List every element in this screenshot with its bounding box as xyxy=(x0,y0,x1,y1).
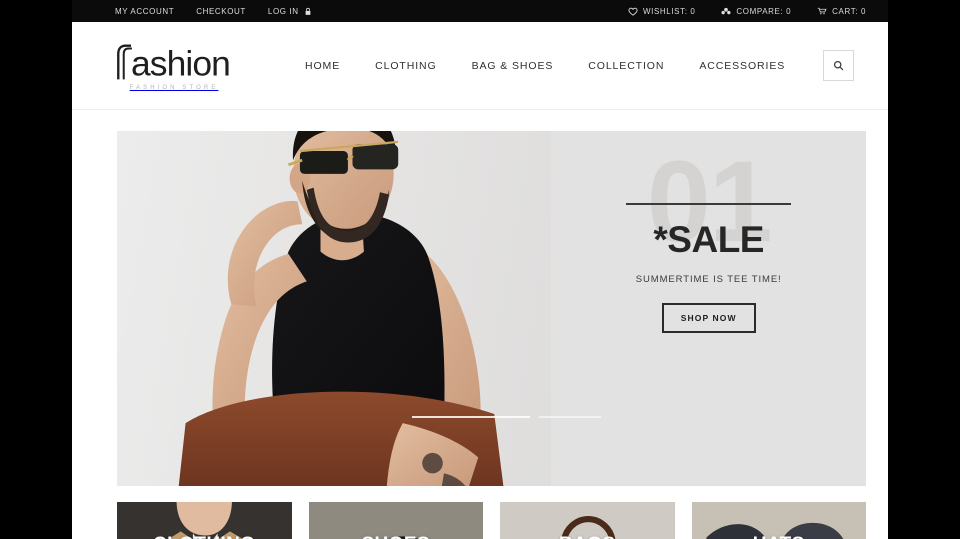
category-card-shoes[interactable]: SHOES xyxy=(308,502,484,539)
slider-dot-2[interactable] xyxy=(539,416,601,418)
hero-image xyxy=(117,131,552,486)
my-account-link[interactable]: MY ACCOUNT xyxy=(115,7,174,16)
search-button[interactable] xyxy=(823,50,854,81)
login-link[interactable]: LOG IN xyxy=(268,6,313,16)
search-icon xyxy=(833,60,844,71)
compare-label: COMPARE: 0 xyxy=(736,6,792,16)
site-logo[interactable]: ashion FASHION STORE xyxy=(112,41,232,91)
category-card-bags[interactable]: BAGS xyxy=(500,502,675,539)
hero-subtitle: SUMMERTIME IS TEE TIME! xyxy=(635,274,782,285)
screen: MY ACCOUNT CHECKOUT LOG IN WISHLIST: 0 C… xyxy=(0,0,960,539)
cart-status[interactable]: CART: 0 xyxy=(817,6,866,16)
top-bar-status: WISHLIST: 0 COMPARE: 0 CART: 0 xyxy=(628,6,866,16)
web-page: MY ACCOUNT CHECKOUT LOG IN WISHLIST: 0 C… xyxy=(72,0,888,539)
cart-icon xyxy=(817,6,827,16)
hero-slider[interactable]: 01 *SALE SUMMERTIME IS TEE TIME! SHOP NO… xyxy=(117,131,866,486)
wishlist-label: WISHLIST: 0 xyxy=(643,6,696,16)
top-bar-links: MY ACCOUNT CHECKOUT LOG IN xyxy=(115,6,313,16)
nav-item-collection[interactable]: COLLECTION xyxy=(588,60,664,72)
category-label-hats: HATS xyxy=(692,534,867,539)
category-label-shoes: SHOES xyxy=(309,534,484,539)
category-card-row: CLOTHING SHOES xyxy=(117,502,866,539)
compare-icon xyxy=(721,6,731,16)
category-card-clothing[interactable]: CLOTHING xyxy=(117,502,292,539)
hero-text-block: 01 *SALE SUMMERTIME IS TEE TIME! SHOP NO… xyxy=(551,131,866,486)
nav-item-home[interactable]: HOME xyxy=(305,60,340,72)
slider-pagination xyxy=(117,416,866,418)
nav-item-clothing[interactable]: CLOTHING xyxy=(375,60,436,72)
category-label-clothing: CLOTHING xyxy=(117,534,292,539)
cart-label: CART: 0 xyxy=(832,6,866,16)
logo-tagline: FASHION STORE xyxy=(129,84,219,91)
wishlist-status[interactable]: WISHLIST: 0 xyxy=(628,6,695,16)
shop-now-button[interactable]: SHOP NOW xyxy=(661,303,756,333)
nav-item-bag-and-shoes[interactable]: BAG & SHOES xyxy=(472,60,554,72)
svg-text:ashion: ashion xyxy=(131,43,230,82)
nav-item-accessories[interactable]: ACCESSORIES xyxy=(699,60,785,72)
logo-wordmark-icon: ashion xyxy=(112,41,232,83)
category-card-hats[interactable]: HATS xyxy=(691,502,867,539)
slider-dot-1[interactable] xyxy=(412,416,530,418)
hero-divider xyxy=(626,203,792,205)
top-utility-bar: MY ACCOUNT CHECKOUT LOG IN WISHLIST: 0 C… xyxy=(72,0,888,22)
heart-icon xyxy=(628,6,638,16)
lock-icon xyxy=(303,6,313,16)
category-label-bags: BAGS xyxy=(500,534,675,539)
hero-model-figure xyxy=(117,131,551,486)
site-header: ashion FASHION STORE HOME CLOTHING BAG &… xyxy=(72,22,888,110)
main-navigation: HOME CLOTHING BAG & SHOES COLLECTION ACC… xyxy=(305,60,785,72)
checkout-link[interactable]: CHECKOUT xyxy=(196,7,246,16)
compare-status[interactable]: COMPARE: 0 xyxy=(721,6,791,16)
hero-title: *SALE xyxy=(653,219,764,260)
login-label: LOG IN xyxy=(267,6,299,16)
